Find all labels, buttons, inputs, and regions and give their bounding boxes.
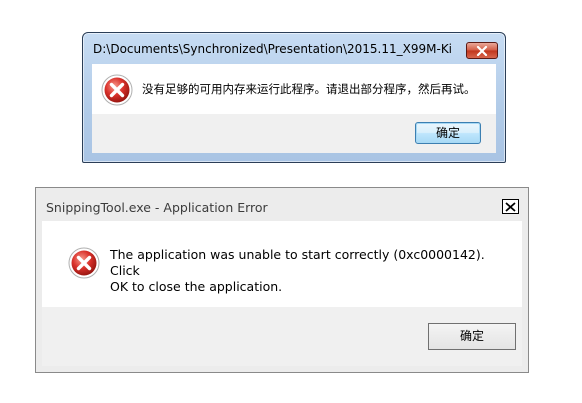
error-icon: [68, 247, 100, 279]
message-line-1: The application was unable to start corr…: [110, 247, 485, 278]
dialog-message: The application was unable to start corr…: [110, 247, 510, 295]
message-line-2: OK to close the application.: [110, 279, 283, 294]
close-icon: [476, 45, 488, 56]
dialog-title: SnippingTool.exe - Application Error: [46, 200, 268, 215]
dialog-footer: 确定: [92, 114, 496, 153]
close-icon: [505, 201, 516, 212]
ok-button[interactable]: 确定: [415, 122, 481, 144]
memory-error-dialog: D:\Documents\Synchronized\Presentation\2…: [82, 32, 506, 163]
dialog-body: The application was unable to start corr…: [42, 221, 522, 307]
dialog-message: 没有足够的可用内存来运行此程序。请退出部分程序，然后再试。: [142, 82, 476, 96]
close-button[interactable]: [502, 199, 519, 214]
dialog-title: D:\Documents\Synchronized\Presentation\2…: [93, 42, 453, 56]
dialog-footer: 确定: [42, 307, 522, 366]
close-button[interactable]: [466, 42, 498, 59]
ok-button[interactable]: 确定: [428, 323, 516, 350]
error-icon: [101, 74, 133, 106]
dialog-body: 没有足够的可用内存来运行此程序。请退出部分程序，然后再试。: [92, 64, 496, 114]
application-error-dialog: SnippingTool.exe - Application Error The…: [35, 187, 529, 373]
